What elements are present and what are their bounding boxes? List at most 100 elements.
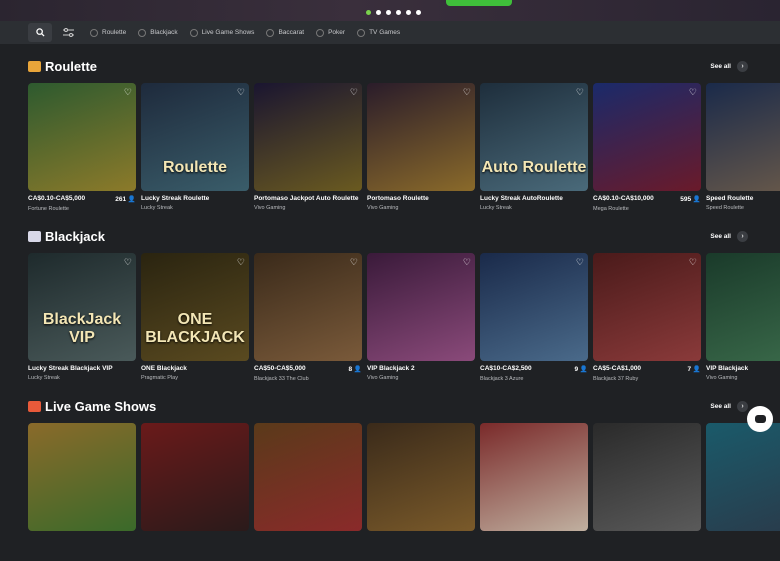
game-card[interactable]: ♡ Portomaso Roulette Vivo Gaming (367, 83, 475, 221)
category-live-game-shows[interactable]: Live Game Shows (189, 28, 254, 37)
favorite-heart-icon[interactable]: ♡ (350, 257, 358, 268)
game-thumbnail[interactable]: ♡ (367, 83, 475, 191)
category-baccarat[interactable]: Baccarat (266, 28, 304, 37)
game-card-header: CA$50-CA$5,000 8 👤 (254, 365, 362, 373)
game-card[interactable] (593, 423, 701, 561)
game-card[interactable]: ♡ CA$5-CA$1,000 7 👤 Blackjack 37 Ruby (593, 253, 701, 391)
game-provider: Lucky Streak (141, 205, 173, 211)
game-thumbnail[interactable]: ♡ BlackJack VIP (28, 253, 136, 361)
carousel-dot[interactable] (396, 10, 401, 15)
roulette-section-icon (28, 61, 41, 72)
game-card[interactable]: ♡ CA$10-CA$2,500 9 👤 Blackjack 3 Azure (480, 253, 588, 391)
game-provider: Pragmatic Play (141, 375, 178, 381)
game-card[interactable]: ♡ ONE BLACKJACK ONE Blackjack Pragmatic Pla… (141, 253, 249, 391)
game-thumbnail[interactable]: ♡ (706, 83, 780, 191)
game-card[interactable]: ♡ Speed Roulette Speed Roulette (706, 83, 780, 221)
hero-cta-button[interactable] (446, 0, 512, 6)
game-thumbnail[interactable] (28, 423, 136, 531)
game-card[interactable]: ♡ BlackJack VIP Lucky Streak Blackjack VIP… (28, 253, 136, 391)
game-thumbnail[interactable]: ♡ Roulette (141, 83, 249, 191)
game-thumbnail[interactable]: ♡ (367, 253, 475, 361)
user-icon: 👤 (579, 366, 588, 373)
game-card-header: CA$0.10-CA$10,000 595 👤 (593, 195, 701, 203)
game-card[interactable]: ♡ VIP Blackjack Vivo Gaming (706, 253, 780, 391)
category-blackjack[interactable]: Blackjack (138, 28, 178, 37)
game-thumbnail[interactable]: ♡ (593, 83, 701, 191)
blackjack-row: ♡ BlackJack VIP Lucky Streak Blackjack VIP… (28, 253, 780, 391)
chevron-right-icon: › (737, 401, 748, 412)
game-thumbnail[interactable] (480, 423, 588, 531)
see-all-roulette[interactable]: See all › (710, 61, 748, 72)
game-card[interactable] (141, 423, 249, 561)
game-card[interactable]: ♡ CA$0.10-CA$10,000 595 👤 Mega Roulette (593, 83, 701, 221)
game-thumbnail[interactable]: ♡ (593, 253, 701, 361)
game-card-header: Portomaso Jackpot Auto Roulette (254, 195, 362, 202)
game-card[interactable] (367, 423, 475, 561)
game-card[interactable] (28, 423, 136, 561)
game-thumbnail[interactable] (141, 423, 249, 531)
see-all-blackjack[interactable]: See all › (710, 231, 748, 242)
game-card[interactable] (254, 423, 362, 561)
carousel-dot[interactable] (416, 10, 421, 15)
favorite-heart-icon[interactable]: ♡ (124, 257, 132, 268)
favorite-heart-icon[interactable]: ♡ (237, 257, 245, 268)
game-card[interactable]: ♡ VIP Blackjack 2 Vivo Gaming (367, 253, 475, 391)
game-provider: Vivo Gaming (706, 375, 738, 381)
category-roulette[interactable]: Roulette (90, 28, 126, 37)
tv-icon (357, 28, 366, 37)
game-thumbnail[interactable]: ♡ ONE BLACKJACK (141, 253, 249, 361)
category-poker[interactable]: Poker (316, 28, 345, 37)
see-all-live-game-shows[interactable]: See all › (710, 401, 748, 412)
game-title: CA$5-CA$1,000 (593, 365, 642, 372)
favorite-heart-icon[interactable]: ♡ (576, 87, 584, 98)
game-thumbnail[interactable]: ♡ (254, 253, 362, 361)
game-thumbnail[interactable] (593, 423, 701, 531)
game-show-section-icon (28, 401, 41, 412)
game-card-header: Lucky Streak AutoRoulette (480, 195, 588, 202)
game-thumbnail[interactable] (254, 423, 362, 531)
game-title: Portomaso Jackpot Auto Roulette (254, 195, 359, 202)
game-card[interactable]: ♡ Portomaso Jackpot Auto Roulette Vivo Gam… (254, 83, 362, 221)
game-title: VIP Blackjack 2 (367, 365, 415, 372)
game-card[interactable]: ♡ CA$50-CA$5,000 8 👤 Blackjack 33 The Club (254, 253, 362, 391)
favorite-heart-icon[interactable]: ♡ (576, 257, 584, 268)
poker-icon (316, 28, 325, 37)
game-provider: Fortune Roulette (28, 206, 69, 212)
search-button[interactable] (28, 23, 52, 42)
game-thumbnail[interactable]: ♡ (254, 83, 362, 191)
chat-button[interactable] (747, 406, 773, 432)
game-thumbnail[interactable]: ♡ Auto Roulette (480, 83, 588, 191)
favorite-heart-icon[interactable]: ♡ (463, 87, 471, 98)
game-thumbnail[interactable] (367, 423, 475, 531)
favorite-heart-icon[interactable]: ♡ (350, 87, 358, 98)
game-card[interactable] (706, 423, 780, 561)
section-title-blackjack: Blackjack (28, 229, 105, 244)
game-title: VIP Blackjack (706, 365, 749, 372)
game-thumbnail[interactable]: ♡ (480, 253, 588, 361)
game-card[interactable]: ♡ Roulette Lucky Streak Roulette Lucky Stre… (141, 83, 249, 221)
blackjack-icon (138, 28, 147, 37)
favorite-heart-icon[interactable]: ♡ (689, 257, 697, 268)
favorite-heart-icon[interactable]: ♡ (237, 87, 245, 98)
game-provider: Vivo Gaming (367, 205, 399, 211)
game-provider: Blackjack 37 Ruby (593, 376, 639, 382)
carousel-dot[interactable] (376, 10, 381, 15)
live-game-shows-row (28, 423, 780, 561)
carousel-dot[interactable] (366, 10, 371, 15)
game-card[interactable] (480, 423, 588, 561)
category-tv-games[interactable]: TV Games (357, 28, 400, 37)
game-title: CA$10-CA$2,500 (480, 365, 532, 372)
filter-button[interactable] (58, 23, 78, 42)
game-thumbnail[interactable]: ♡ (28, 83, 136, 191)
game-title: CA$0.10-CA$5,000 (28, 195, 86, 202)
game-card-header: Speed Roulette (706, 195, 780, 202)
game-thumbnail[interactable]: ♡ (706, 253, 780, 361)
game-card[interactable]: ♡ CA$0.10-CA$5,000 261 👤 Fortune Roulette (28, 83, 136, 221)
favorite-heart-icon[interactable]: ♡ (124, 87, 132, 98)
carousel-dot[interactable] (386, 10, 391, 15)
carousel-dot[interactable] (406, 10, 411, 15)
favorite-heart-icon[interactable]: ♡ (463, 257, 471, 268)
game-thumbnail[interactable] (706, 423, 780, 531)
favorite-heart-icon[interactable]: ♡ (689, 87, 697, 98)
game-card[interactable]: ♡ Auto Roulette Lucky Streak AutoRoulette L… (480, 83, 588, 221)
